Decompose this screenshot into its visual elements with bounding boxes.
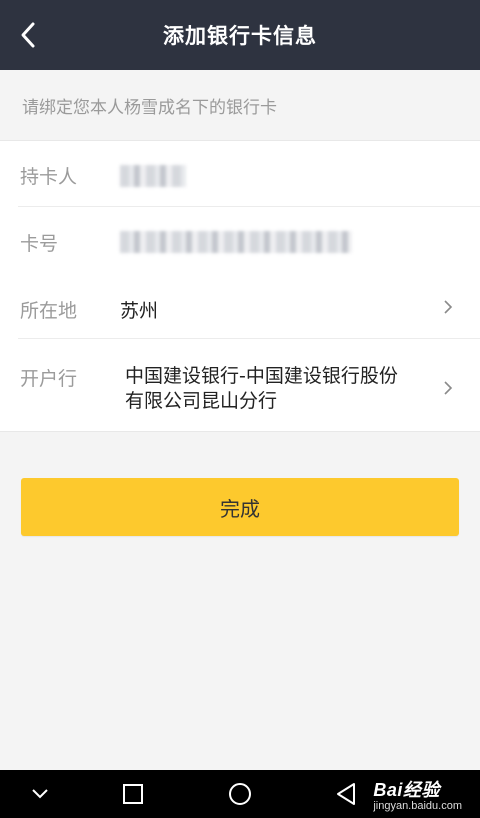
recents-button[interactable] <box>103 770 163 818</box>
home-button[interactable] <box>210 770 270 818</box>
square-icon <box>123 784 143 804</box>
title-bar: 添加银行卡信息 <box>0 0 480 70</box>
bank-value-line2: 有限公司昆山分行 <box>125 390 278 412</box>
card-number-value-masked <box>120 231 352 253</box>
cardholder-value-masked <box>120 165 186 187</box>
bank-card-form: 持卡人 卡号 所在地 苏州 开户行 中国建设银行-中国建设银行股份 有限公司昆山… <box>0 140 480 432</box>
chevron-down-icon <box>32 789 48 799</box>
watermark-main: Bai经验 <box>373 780 440 800</box>
cardholder-label: 持卡人 <box>20 166 78 188</box>
circle-icon <box>229 783 251 805</box>
chevron-left-icon <box>21 22 35 48</box>
back-nav-button[interactable] <box>316 770 376 818</box>
cardholder-row[interactable]: 持卡人 <box>0 141 480 207</box>
triangle-back-icon <box>337 783 355 805</box>
chevron-right-icon <box>442 297 454 317</box>
back-button[interactable] <box>18 17 58 53</box>
location-row[interactable]: 所在地 苏州 <box>0 273 480 339</box>
location-label: 所在地 <box>20 300 78 322</box>
system-nav-bar: Bai经验 jingyan.baidu.com <box>0 770 480 818</box>
card-number-row[interactable]: 卡号 <box>0 207 480 273</box>
done-button[interactable]: 完成 <box>21 478 459 536</box>
bind-card-notice: 请绑定您本人杨雪成名下的银行卡 <box>22 97 277 118</box>
page-title: 添加银行卡信息 <box>163 24 317 48</box>
location-value: 苏州 <box>120 300 159 322</box>
watermark-sub: jingyan.baidu.com <box>373 800 462 812</box>
baidu-jingyan-watermark: Bai经验 jingyan.baidu.com <box>373 776 462 812</box>
card-number-label: 卡号 <box>20 233 59 255</box>
hide-keyboard-button[interactable] <box>10 770 70 818</box>
chevron-right-icon <box>442 378 454 398</box>
bank-label: 开户行 <box>20 368 78 390</box>
bank-row[interactable]: 开户行 中国建设银行-中国建设银行股份 有限公司昆山分行 <box>0 339 480 433</box>
bank-value-line1: 中国建设银行-中国建设银行股份 <box>125 365 398 387</box>
